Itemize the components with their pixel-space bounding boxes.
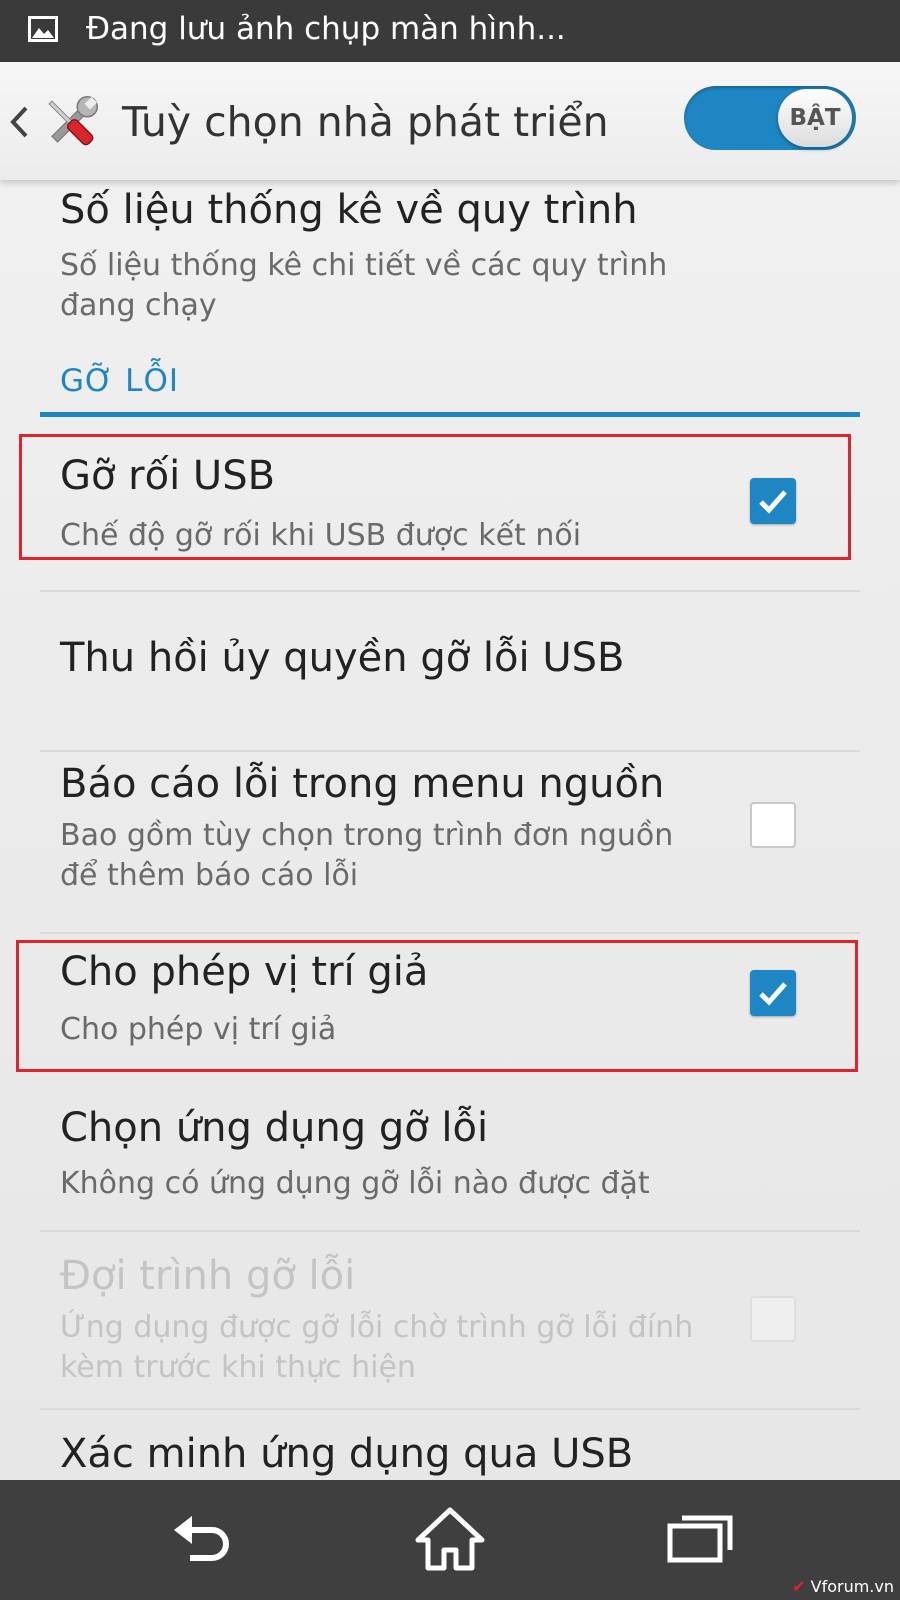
pref-bug-report-power-menu[interactable]: Báo cáo lỗi trong menu nguồn Bao gồm tùy… [40,752,860,922]
pref-title: Báo cáo lỗi trong menu nguồn [60,761,665,807]
bug-report-checkbox[interactable] [750,802,796,848]
pref-summary: Ứng dụng được gỡ lỗi chờ trình gỡ lỗi đí… [60,1310,694,1385]
toggle-thumb-label: BẬT [778,89,852,147]
section-divider [40,412,860,417]
action-bar: Tuỳ chọn nhà phát triển BẬT [0,62,900,180]
developer-options-toggle[interactable]: BẬT [684,86,856,150]
status-bar: Đang lưu ảnh chụp màn hình... [0,0,900,62]
pref-verify-apps-usb[interactable]: Xác minh ứng dụng qua USB [40,1412,860,1480]
pref-summary: Bao gồm tùy chọn trong trình đơn nguồn đ… [60,818,674,893]
pref-title: Thu hồi ủy quyền gỡ lỗi USB [60,635,625,681]
wait-debugger-checkbox [750,1296,796,1342]
watermark: ✔ Vforum.vn [792,1577,894,1596]
home-icon[interactable] [410,1504,490,1574]
divider [40,932,860,934]
page-title: Tuỳ chọn nhà phát triển [122,98,609,146]
pref-title: Số liệu thống kê về quy trình [60,187,638,233]
pref-summary: Không có ứng dụng gỡ lỗi nào được đặt [60,1166,650,1201]
status-notification-text: Đang lưu ảnh chụp màn hình... [86,11,566,47]
pref-summary: Số liệu thống kê chi tiết về các quy trì… [60,248,668,323]
watermark-text: Vforum.vn [810,1577,894,1596]
settings-list: Số liệu thống kê về quy trình Số liệu th… [0,180,900,1480]
pref-title: Xác minh ứng dụng qua USB [60,1431,634,1477]
pref-select-debug-app[interactable]: Chọn ứng dụng gỡ lỗi Không có ứng dụng g… [40,1094,860,1244]
image-icon [28,16,58,42]
tools-icon [48,95,99,146]
highlight-box-usb-debugging [19,434,851,560]
navigation-bar: ✔ Vforum.vn [0,1480,900,1600]
back-icon[interactable] [160,1504,240,1574]
pref-title: Chọn ứng dụng gỡ lỗi [60,1105,489,1151]
divider [40,1408,860,1410]
section-header-debugging: GỠ LỖI [60,363,179,399]
pref-title: Đợi trình gỡ lỗi [60,1253,356,1299]
pref-process-stats[interactable]: Số liệu thống kê về quy trình Số liệu th… [40,180,860,340]
recents-icon[interactable] [662,1504,742,1574]
pref-wait-for-debugger: Đợi trình gỡ lỗi Ứng dụng được gỡ lỗi ch… [40,1232,860,1402]
pref-revoke-usb-auth[interactable]: Thu hồi ủy quyền gỡ lỗi USB [40,592,860,738]
chevron-left-icon[interactable] [8,104,30,140]
highlight-box-mock-locations [16,940,858,1072]
